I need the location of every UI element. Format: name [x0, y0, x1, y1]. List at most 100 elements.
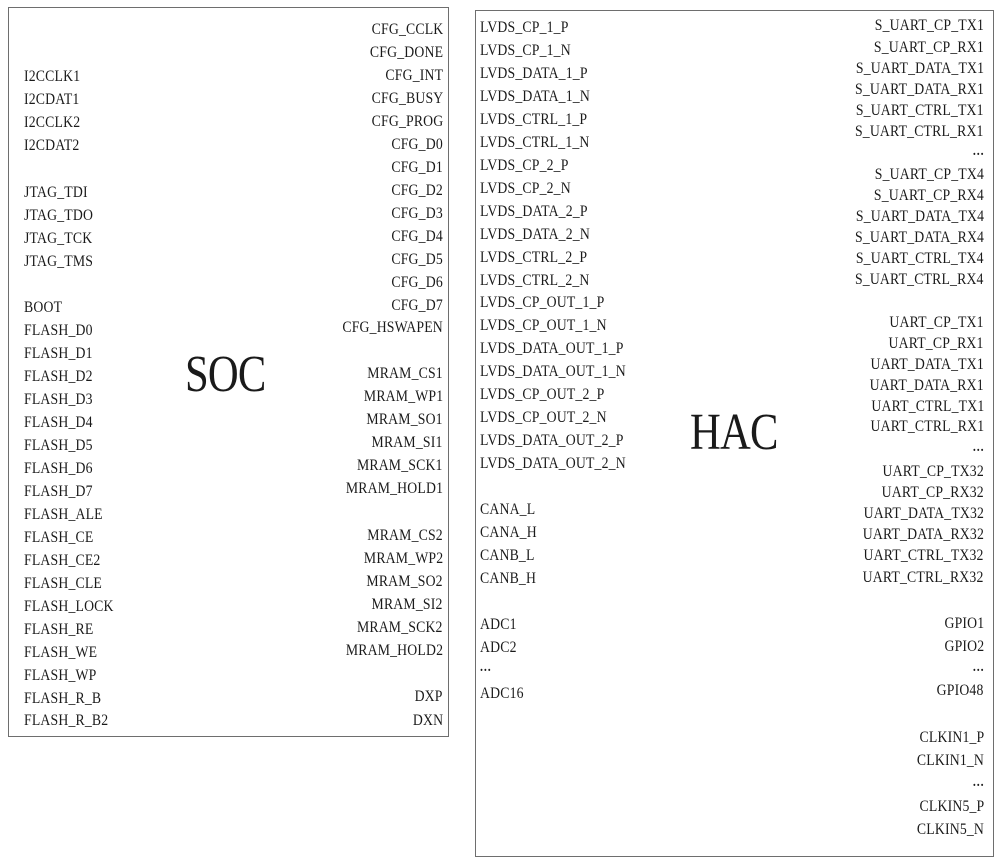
pin-label: CANB_L: [480, 546, 535, 564]
pin-label: ADC2: [480, 638, 517, 656]
pin-label: CLKIN5_N: [916, 820, 984, 838]
pin-label: JTAG_TMS: [24, 252, 94, 270]
pin-label: DXN: [412, 711, 443, 729]
pin-label: JTAG_TDO: [24, 206, 94, 224]
hac-title: HAC: [690, 404, 778, 461]
pin-label: LVDS_CTRL_1_P: [480, 110, 588, 128]
pin-label: CFG_D7: [391, 296, 443, 314]
pin-label: I2CCLK2: [24, 113, 81, 131]
pin-label: ADC1: [480, 615, 517, 633]
pin-label: GPIO48: [937, 681, 984, 699]
pin-label: UART_CTRL_RX1: [870, 417, 984, 435]
pin-label: CFG_BUSY: [371, 89, 443, 107]
pin-label: CFG_D2: [391, 181, 443, 199]
pin-label: S_UART_CTRL_TX1: [856, 101, 984, 119]
pin-label: FLASH_D7: [24, 482, 93, 500]
pin-label: LVDS_CP_2_N: [480, 179, 571, 197]
pin-label: CFG_DONE: [369, 43, 443, 61]
pin-label: LVDS_CTRL_2_P: [480, 248, 588, 266]
pin-label: S_UART_CTRL_RX4: [855, 270, 984, 288]
pin-label: FLASH_D1: [24, 344, 93, 362]
pin-label: FLASH_WP: [24, 666, 97, 684]
pin-label: FLASH_D3: [24, 390, 93, 408]
pin-label: GPIO2: [944, 637, 984, 655]
pin-label: S_UART_DATA_TX1: [855, 59, 984, 77]
pin-label: MRAM_SO1: [366, 410, 443, 428]
pin-label: FLASH_D4: [24, 413, 93, 431]
pin-label: FLASH_D6: [24, 459, 93, 477]
pin-label: MRAM_SI1: [372, 433, 443, 451]
pin-label: S_UART_CTRL_RX1: [855, 122, 984, 140]
pin-ellipsis: ...: [972, 143, 984, 159]
pin-label: UART_CTRL_RX32: [863, 568, 984, 586]
pin-label: UART_DATA_TX32: [863, 504, 984, 522]
pin-label: I2CDAT2: [24, 136, 80, 154]
pin-label: S_UART_DATA_TX4: [855, 207, 984, 225]
pin-ellipsis: ...: [480, 659, 492, 675]
pin-label: JTAG_TDI: [24, 183, 88, 201]
pin-label: CANA_H: [480, 523, 537, 541]
pin-label: MRAM_WP2: [363, 549, 443, 567]
pin-label: UART_DATA_TX1: [870, 355, 984, 373]
pin-label: BOOT: [24, 298, 63, 316]
pin-label: CLKIN5_P: [919, 797, 984, 815]
pin-label: MRAM_HOLD2: [345, 641, 443, 659]
pin-label: MRAM_WP1: [363, 387, 443, 405]
pin-label: CFG_PROG: [371, 112, 443, 130]
pin-label: LVDS_CTRL_2_N: [480, 271, 590, 289]
pin-label: MRAM_SI2: [372, 595, 443, 613]
pin-label: LVDS_DATA_2_N: [480, 225, 590, 243]
pin-label: CANA_L: [480, 500, 536, 518]
pin-label: S_UART_CP_TX1: [874, 16, 984, 34]
pin-label: FLASH_D2: [24, 367, 93, 385]
pin-label: LVDS_CP_OUT_2_P: [480, 385, 605, 403]
pin-label: LVDS_DATA_OUT_1_P: [480, 339, 624, 357]
pin-ellipsis: ...: [972, 439, 984, 455]
pin-ellipsis: ...: [972, 659, 984, 675]
pin-label: MRAM_SO2: [366, 572, 443, 590]
pin-label: S_UART_CP_RX1: [874, 38, 984, 56]
pin-label: CFG_INT: [385, 66, 443, 84]
pin-label: CFG_D1: [391, 158, 443, 176]
pin-label: LVDS_DATA_1_P: [480, 64, 588, 82]
pin-label: UART_CP_RX1: [888, 334, 984, 352]
pin-label: I2CCLK1: [24, 67, 81, 85]
pin-label: FLASH_CLE: [24, 574, 103, 592]
pin-label: CFG_D4: [391, 227, 443, 245]
pin-label: LVDS_CP_OUT_1_P: [480, 293, 605, 311]
pin-label: LVDS_DATA_1_N: [480, 87, 590, 105]
pin-label: FLASH_R_B: [24, 689, 102, 707]
pin-label: CFG_D6: [391, 273, 443, 291]
pin-label: FLASH_CE2: [24, 551, 101, 569]
pin-label: FLASH_D5: [24, 436, 93, 454]
pin-label: CLKIN1_N: [916, 751, 984, 769]
pin-label: S_UART_DATA_RX1: [854, 80, 984, 98]
pin-label: FLASH_CE: [24, 528, 94, 546]
pin-ellipsis: ...: [972, 774, 984, 790]
pin-label: S_UART_CP_RX4: [874, 186, 984, 204]
pin-label: CFG_HSWAPEN: [342, 318, 443, 336]
soc-title: SOC: [185, 346, 266, 403]
pin-label: FLASH_ALE: [24, 505, 103, 523]
pin-label: CFG_D0: [391, 135, 443, 153]
pin-label: UART_CTRL_TX32: [863, 546, 984, 564]
pin-label: LVDS_CP_1_N: [480, 41, 571, 59]
pin-label: MRAM_SCK2: [357, 618, 443, 636]
pin-label: UART_DATA_RX1: [869, 376, 984, 394]
pin-label: FLASH_D0: [24, 321, 93, 339]
pin-label: MRAM_CS1: [367, 364, 443, 382]
pin-label: S_UART_DATA_RX4: [854, 228, 984, 246]
pin-label: LVDS_CP_2_P: [480, 156, 569, 174]
pin-label: LVDS_DATA_OUT_2_P: [480, 431, 624, 449]
pin-label: LVDS_CP_OUT_1_N: [480, 316, 607, 334]
pin-label: CANB_H: [480, 569, 537, 587]
pin-label: LVDS_CTRL_1_N: [480, 133, 590, 151]
pin-label: MRAM_CS2: [367, 526, 443, 544]
pin-label: I2CDAT1: [24, 90, 80, 108]
pin-label: UART_CTRL_TX1: [870, 397, 984, 415]
pin-label: CLKIN1_P: [919, 728, 984, 746]
hac-block: HAC LVDS_CP_1_P LVDS_CP_1_N LVDS_DATA_1_P L…: [475, 10, 994, 857]
pin-label: UART_DATA_RX32: [862, 525, 984, 543]
pin-label: ADC16: [480, 684, 524, 702]
pin-label: LVDS_DATA_2_P: [480, 202, 588, 220]
